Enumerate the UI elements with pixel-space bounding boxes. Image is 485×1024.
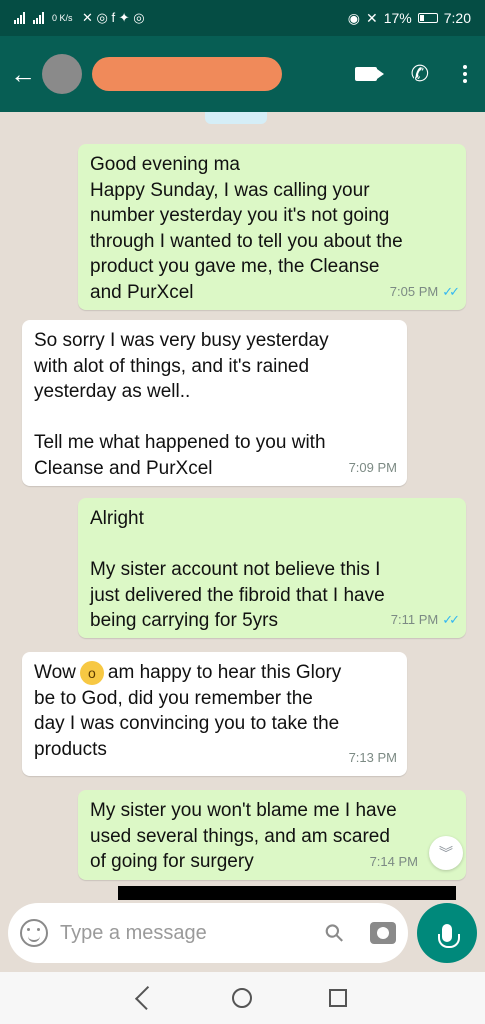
message-time: 7:13 PM [348,749,397,765]
message-meta: 7:13 PM [349,745,397,771]
message-text-start: Wow [34,662,76,683]
emoji-icon[interactable] [20,919,48,947]
network-speed: 0 K/s [52,12,73,23]
header-actions: ✆ [354,61,475,87]
notification-icons: ✕ ◎ f ✦ ◎ [82,10,145,25]
message-meta: 7:14 PM [370,849,418,875]
message-incoming-1[interactable]: So sorry I was very busy yesterday with … [22,320,407,486]
camera-icon[interactable] [370,922,396,944]
surprised-emoji-icon: o [79,660,104,685]
message-time: 7:11 PM [390,611,439,627]
message-list[interactable]: Good evening ma Happy Sunday, I was call… [0,112,485,900]
message-meta: 7:05 PM ✓✓ [389,279,460,305]
status-bar: 0 K/s ✕ ◎ f ✦ ◎ ◉ ✕ 17% 7:20 [0,0,485,36]
contact-name-redacted[interactable] [92,57,282,91]
message-meta: 7:11 PM ✓✓ [390,607,460,633]
video-call-icon[interactable] [354,67,384,81]
message-outgoing-3[interactable]: My sister you won't blame me I have used… [78,790,466,880]
read-receipt-icon: ✓✓ [442,611,460,627]
more-options-icon[interactable] [463,65,467,83]
message-text: So sorry I was very busy yesterday with … [34,330,329,479]
signal-icon-2 [33,12,44,24]
mic-icon [438,924,460,948]
battery-percent: 17% [383,10,412,26]
message-outgoing-1[interactable]: Good evening ma Happy Sunday, I was call… [78,144,466,310]
chat-header: ← ✆ [0,36,485,112]
message-text: Wow o am happy to hear this Glory be to Go… [34,660,395,762]
voice-record-button[interactable] [417,903,477,963]
message-composer: ⚲ [8,903,408,963]
back-arrow-icon[interactable]: ← [10,59,36,90]
redacted-bar [118,886,456,900]
mute-icon: ✕ [365,9,378,26]
read-receipt-icon: ✓✓ [442,283,460,299]
nav-back-icon[interactable] [134,985,159,1011]
nav-home-icon[interactable] [231,988,252,1008]
eye-icon: ◉ [347,9,360,26]
nav-recents-icon[interactable] [328,989,347,1007]
scroll-down-button[interactable]: ︾ [429,836,463,870]
battery-icon [417,13,438,23]
message-time: 7:14 PM [369,853,418,869]
double-chevron-down-icon: ︾ [439,845,453,861]
message-input[interactable] [60,921,327,945]
status-left: 0 K/s ✕ ◎ f ✦ ◎ [14,10,145,26]
message-meta: 7:09 PM [349,455,397,481]
signal-icon [14,12,25,24]
message-time: 7:05 PM [389,283,439,299]
system-nav-bar [0,972,485,1024]
date-chip [205,112,267,124]
contact-avatar[interactable] [42,54,82,94]
message-outgoing-2[interactable]: Alright My sister account not believe th… [78,498,466,638]
status-right: ◉ ✕ 17% 7:20 [348,10,471,27]
voice-call-icon[interactable]: ✆ [411,61,429,87]
message-time: 7:09 PM [348,459,397,475]
clock: 7:20 [443,10,471,26]
message-incoming-2[interactable]: Wow o am happy to hear this Glory be to Go… [22,652,407,776]
